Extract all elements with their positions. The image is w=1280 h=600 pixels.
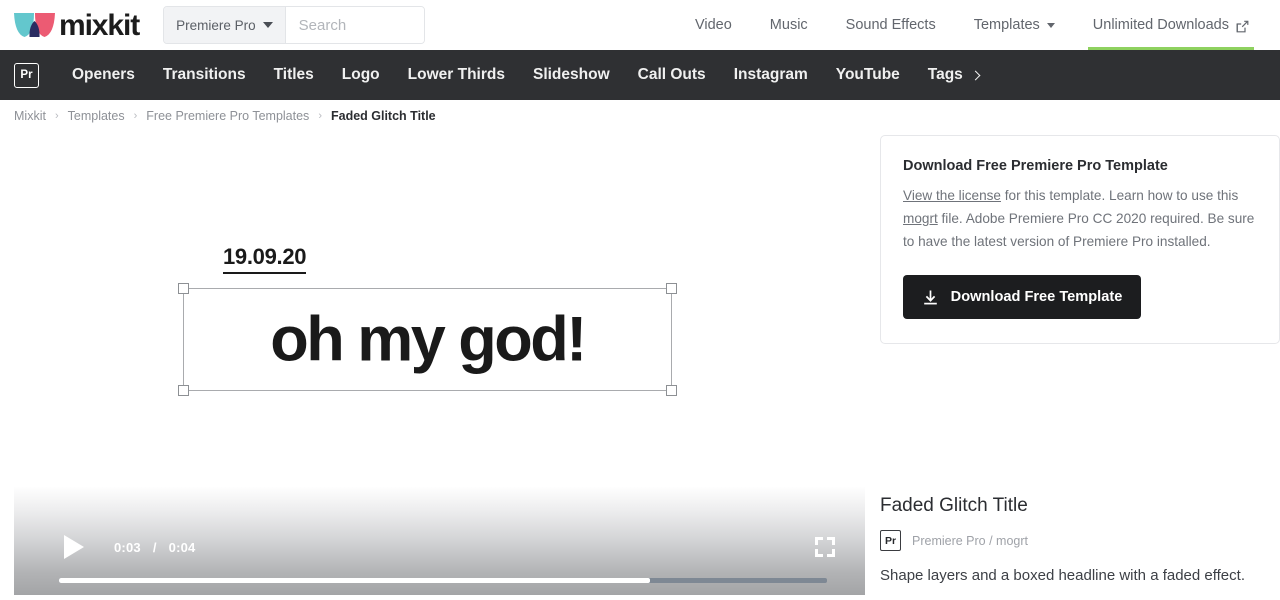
search-input[interactable]	[298, 16, 425, 34]
header-nav-item-video[interactable]: Video	[676, 0, 751, 50]
chevron-right-icon[interactable]	[970, 70, 981, 80]
header-nav-label: Unlimited Downloads	[1092, 17, 1229, 33]
breadcrumb-item-current: Faded Glitch Title	[330, 109, 436, 123]
search-field-wrap	[285, 7, 425, 43]
header-nav-item-sound-effects[interactable]: Sound Effects	[827, 0, 955, 50]
header-nav-item-templates[interactable]: Templates	[955, 0, 1074, 50]
mogrt-link[interactable]: mogrt	[903, 211, 938, 226]
fullscreen-icon[interactable]	[815, 537, 835, 557]
category-item-label: Tags	[927, 66, 963, 83]
breadcrumb-separator: ›	[318, 109, 322, 122]
breadcrumb-separator: ›	[133, 109, 138, 122]
search-category-label: Premiere Pro	[176, 17, 256, 33]
template-description: Shape layers and a boxed headline with a…	[880, 567, 1245, 584]
search-bar: Premiere Pro	[163, 6, 426, 44]
view-license-link[interactable]: View the license	[903, 188, 1001, 203]
player-current-time: 0:03	[114, 539, 141, 555]
mixkit-logo[interactable]: mixkit	[14, 9, 140, 42]
header-nav-label: Templates	[973, 17, 1040, 33]
mixkit-logo-mark	[14, 13, 55, 37]
header-nav-item-unlimited-downloads[interactable]: Unlimited Downloads	[1074, 0, 1268, 50]
category-item-titles[interactable]: Titles	[260, 66, 328, 84]
selection-handle-bottom-right[interactable]	[666, 385, 677, 396]
chevron-down-icon	[1046, 22, 1055, 28]
selection-handle-top-right[interactable]	[666, 283, 677, 294]
selection-handle-bottom-left[interactable]	[178, 385, 189, 396]
category-item-instagram[interactable]: Instagram	[720, 66, 822, 84]
download-icon	[923, 290, 937, 305]
player-time-display: 0:03 / 0:04	[114, 540, 195, 555]
main-content: 19.09.20 oh my god! Download Free Premie…	[0, 132, 1280, 487]
breadcrumb-separator: ›	[54, 109, 59, 122]
download-button-label: Download Free Template	[950, 289, 1123, 306]
download-info-column: Download Free Premiere Pro Template View…	[865, 132, 1280, 487]
player-progress-fill	[59, 578, 651, 583]
category-item-transitions[interactable]: Transitions	[149, 66, 260, 84]
category-item-youtube[interactable]: YouTube	[822, 66, 914, 84]
template-meta-row: Pr Premiere Pro / mogrt	[880, 530, 1280, 551]
player-controls: 0:03 / 0:04	[14, 535, 865, 559]
premiere-pro-badge-icon[interactable]: Pr	[14, 62, 39, 88]
header-nav-label: Video	[694, 17, 732, 33]
play-icon[interactable]	[64, 535, 84, 559]
category-item-openers[interactable]: Openers	[58, 66, 149, 84]
download-free-template-button[interactable]: Download Free Template	[903, 275, 1141, 320]
search-category-select[interactable]: Premiere Pro	[164, 7, 286, 43]
header-nav-label: Sound Effects	[845, 17, 936, 33]
top-header: mixkit Premiere Pro Video Music Sound Ef…	[0, 0, 1280, 50]
template-detail-column: Faded Glitch Title Pr Premiere Pro / mog…	[865, 487, 1280, 595]
preview-date-text: 19.09.20	[223, 246, 307, 274]
preview-headline-text: oh my god!	[270, 304, 587, 374]
player-total-time: 0:04	[168, 539, 196, 555]
breadcrumb: Mixkit › Templates › Free Premiere Pro T…	[0, 100, 1280, 132]
template-title: Faded Glitch Title	[880, 495, 1028, 516]
download-desc-part2: for this template. Learn how to use this	[1000, 188, 1239, 203]
template-preview-column: 19.09.20 oh my god!	[14, 132, 865, 487]
category-nav-bar: Pr Openers Transitions Titles Logo Lower…	[0, 50, 1280, 100]
breadcrumb-item-templates[interactable]: Templates	[68, 109, 125, 123]
download-desc-part3: file. Adobe Premiere Pro CC 2020 require…	[903, 210, 1255, 249]
category-item-logo[interactable]: Logo	[328, 66, 394, 84]
player-time-separator: /	[152, 539, 157, 555]
bottom-row: 0:03 / 0:04 Faded Glitch Title Pr Premie…	[0, 487, 1280, 595]
chevron-down-icon	[262, 22, 273, 28]
category-item-slideshow[interactable]: Slideshow	[519, 66, 624, 84]
premiere-pro-badge-icon: Pr	[880, 530, 901, 551]
header-nav: Video Music Sound Effects Templates Unli…	[676, 0, 1280, 50]
breadcrumb-item-free-premiere-pro-templates[interactable]: Free Premiere Pro Templates	[146, 109, 309, 123]
download-card: Download Free Premiere Pro Template View…	[880, 135, 1280, 345]
breadcrumb-item-mixkit[interactable]: Mixkit	[14, 109, 46, 123]
preview-selection-box: oh my god!	[178, 283, 677, 396]
header-nav-label: Music	[769, 17, 808, 33]
video-player[interactable]: 0:03 / 0:04	[14, 487, 865, 595]
template-preview-stage[interactable]: 19.09.20 oh my god!	[14, 132, 865, 487]
download-card-description: View the license for this template. Lear…	[903, 185, 1257, 253]
external-link-icon	[1236, 20, 1249, 32]
category-item-lower-thirds[interactable]: Lower Thirds	[394, 66, 519, 84]
category-item-tags[interactable]: Tags	[914, 66, 993, 84]
mixkit-logo-text: mixkit	[59, 9, 140, 42]
header-nav-item-music[interactable]: Music	[751, 0, 827, 50]
download-card-title: Download Free Premiere Pro Template	[903, 158, 1168, 174]
category-item-call-outs[interactable]: Call Outs	[624, 66, 720, 84]
template-meta-text: Premiere Pro / mogrt	[912, 533, 1029, 548]
player-progress-bar[interactable]	[59, 578, 827, 583]
selection-handle-top-left[interactable]	[178, 283, 189, 294]
